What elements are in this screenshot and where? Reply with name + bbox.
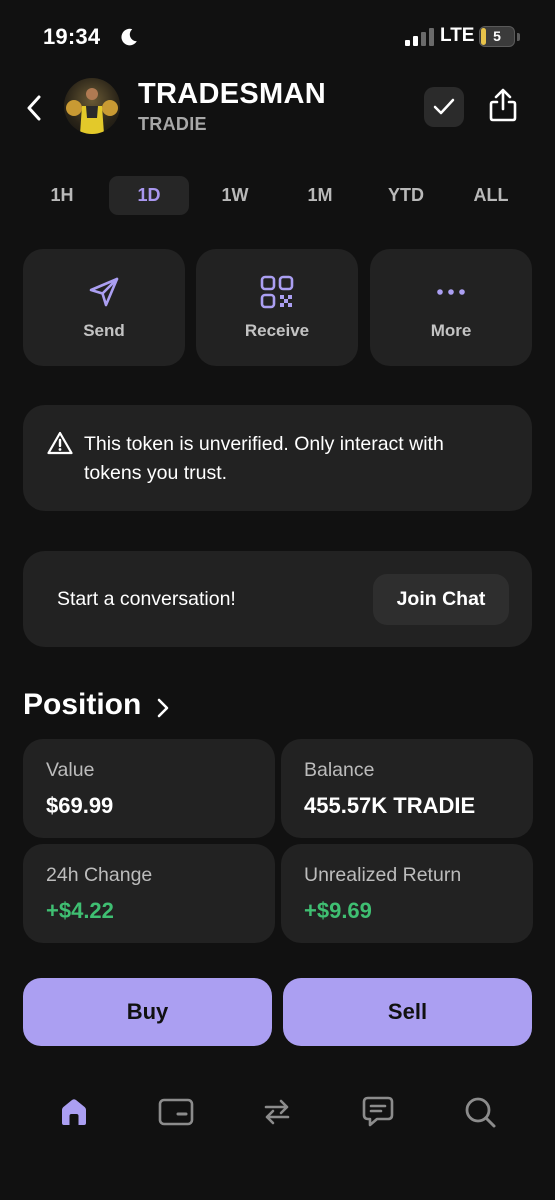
status-bar: 19:34 LTE 5 [0,22,555,54]
battery-icon: 5 [479,26,515,47]
token-avatar [64,78,120,134]
stat-amount: +$4.22 [46,898,114,923]
home-icon [62,1099,86,1125]
stat-24h-change: 24h Change +$4.22 [23,844,275,943]
stat-label: Balance [304,759,375,781]
timeframe-1m[interactable]: 1M [280,176,360,215]
tab-chat[interactable] [356,1090,400,1134]
tab-swap[interactable] [255,1090,299,1134]
more-dots-icon [437,289,465,295]
tab-search[interactable] [458,1090,502,1134]
stat-label: Unrealized Return [304,864,462,886]
warning-text: This token is unverified. Only interact … [84,433,444,484]
qr-code-icon [260,275,294,309]
stat-unrealized-return: Unrealized Return +$9.69 [281,844,533,943]
battery-level: 5 [493,28,501,44]
tab-home[interactable] [52,1090,96,1134]
tab-wallet[interactable] [154,1090,198,1134]
search-icon [465,1097,496,1128]
more-label: More [430,321,472,340]
stat-value: Value $69.99 [23,739,275,838]
checkmark-icon [433,98,455,115]
stat-balance: Balance 455.57K TRADIE [281,739,533,838]
cellular-signal-icon [405,28,434,46]
chat-card: Start a conversation! Join Chat [23,551,532,647]
share-icon [489,88,517,122]
battery-cap [517,33,520,41]
timeframe-1d[interactable]: 1D [109,176,189,215]
stat-label: Value [46,759,95,781]
join-chat-button[interactable]: Join Chat [373,574,509,625]
swap-arrows-icon [264,1099,290,1125]
bottom-tab-bar [0,1082,555,1142]
stat-amount: +$9.69 [304,898,372,923]
timeframe-ytd[interactable]: YTD [366,176,446,215]
share-button[interactable] [486,85,520,125]
status-time: 19:34 [43,24,101,49]
moon-icon [121,28,137,46]
send-button[interactable]: Send [23,249,185,366]
timeframe-all[interactable]: ALL [451,176,531,215]
chat-prompt: Start a conversation! [57,588,236,610]
send-icon [89,277,119,307]
stat-amount: $69.99 [46,793,114,818]
position-title[interactable]: Position [23,688,141,722]
timeframe-1w[interactable]: 1W [195,176,275,215]
timeframe-1h[interactable]: 1H [22,176,102,215]
network-type: LTE [440,25,475,46]
warning-triangle-icon [47,431,73,455]
buy-button[interactable]: Buy [23,978,272,1046]
receive-label: Receive [244,321,310,340]
verify-button[interactable] [424,87,464,127]
receive-button[interactable]: Receive [196,249,358,366]
stat-amount: 455.57K TRADIE [304,793,476,818]
sell-button[interactable]: Sell [283,978,532,1046]
chevron-right-icon[interactable] [156,697,170,719]
back-button[interactable] [22,92,46,124]
token-symbol: TRADIE [138,114,207,134]
chat-bubble-icon [362,1096,394,1127]
token-header: TRADESMAN TRADIE [0,70,555,150]
timeframe-selector: 1H 1D 1W 1M YTD ALL [20,176,535,216]
more-button[interactable]: More [370,249,532,366]
token-logo-icon [66,88,118,134]
stat-label: 24h Change [46,864,153,886]
chevron-left-icon [27,95,41,121]
send-label: Send [83,321,125,340]
unverified-warning: This token is unverified. Only interact … [23,405,532,511]
token-name: TRADESMAN [138,78,326,110]
wallet-card-icon [158,1098,194,1126]
